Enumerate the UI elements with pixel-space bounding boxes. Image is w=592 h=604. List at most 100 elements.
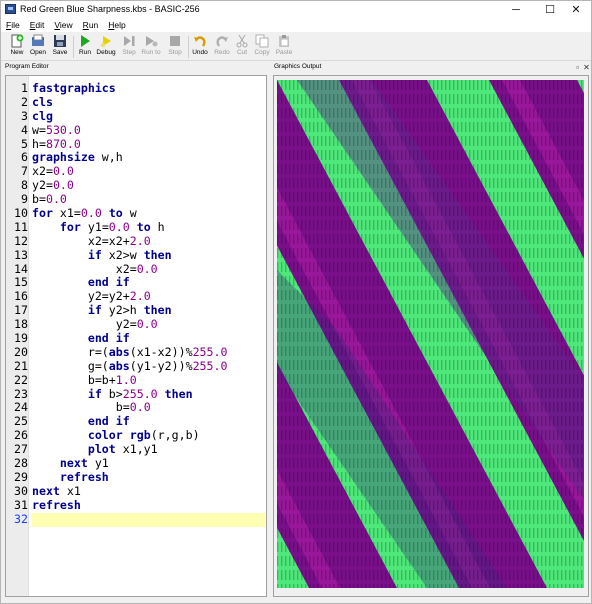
- code-keyword: fastgraphics: [32, 81, 116, 95]
- run-to-button[interactable]: Run to: [140, 34, 162, 60]
- code-text: if b>255.0 then: [32, 386, 193, 402]
- code-keyword: then: [143, 303, 172, 318]
- code-line[interactable]: 21 g=(abs(y1-y2))%255.0: [6, 359, 266, 374]
- code-line[interactable]: 24 b=0.0: [6, 401, 266, 415]
- cut-button[interactable]: Cut: [231, 34, 253, 60]
- float-panel-button[interactable]: ▫: [573, 63, 582, 72]
- code-line[interactable]: 12 x2=x2+2.0: [6, 234, 266, 249]
- save-button[interactable]: Save: [49, 34, 71, 60]
- debug-button[interactable]: Debug: [95, 34, 117, 60]
- menu-run[interactable]: Run: [78, 18, 104, 32]
- line-number: 14: [14, 261, 28, 276]
- code-token: h: [150, 219, 165, 234]
- stop-button-label: Stop: [168, 49, 182, 56]
- code-line[interactable]: 2 cls: [6, 95, 266, 110]
- code-text: cls: [32, 95, 53, 110]
- code-text: fastgraphics: [32, 81, 116, 96]
- line-number: 18: [14, 317, 28, 332]
- code-keyword: refresh: [32, 497, 81, 512]
- code-line[interactable]: 15 end if: [6, 276, 266, 290]
- open-button[interactable]: Open: [27, 34, 49, 60]
- line-number: 11: [14, 219, 28, 234]
- code-line[interactable]: 31 refresh: [6, 497, 266, 513]
- code-line[interactable]: 20 r=(abs(x1-x2))%255.0: [6, 345, 266, 360]
- copy-button[interactable]: Copy: [251, 34, 273, 60]
- code-text: y2=0.0: [32, 317, 158, 332]
- menu-edit[interactable]: Edit: [25, 18, 50, 32]
- code-line[interactable]: 30 next x1: [6, 483, 266, 499]
- minimize-button[interactable]: ─: [499, 1, 533, 18]
- code-line[interactable]: 13 if x2>w then: [6, 248, 266, 263]
- code-token: y2=y2+: [32, 289, 130, 304]
- title-bar[interactable]: Red Green Blue Sharpness.kbs - BASIC-256…: [1, 1, 591, 18]
- code-text: g=(abs(y1-y2))%255.0: [32, 359, 228, 374]
- code-line[interactable]: 28 next y1: [6, 456, 266, 471]
- code-line[interactable]: 6 graphsize w,h: [6, 151, 266, 165]
- code-number: 0.0: [136, 261, 158, 276]
- run-to-icon: [144, 34, 158, 48]
- code-text: end if: [32, 414, 130, 429]
- close-panel-button[interactable]: ✕: [582, 63, 591, 72]
- code-number: 2.0: [129, 289, 151, 304]
- line-number: 17: [14, 303, 28, 318]
- step-button[interactable]: Step: [118, 34, 140, 60]
- code-line[interactable]: 7 x2=0.0: [6, 164, 266, 179]
- code-line[interactable]: 3 clg: [6, 108, 266, 124]
- debug-button-label: Debug: [96, 49, 116, 56]
- code-line[interactable]: 22 b=b+1.0: [6, 372, 266, 388]
- code-line[interactable]: 14 x2=0.0: [6, 261, 266, 277]
- code-line[interactable]: 5 h=870.0: [6, 136, 266, 152]
- code-line[interactable]: 25 end if: [6, 414, 266, 429]
- code-text: color rgb(r,g,b): [32, 428, 200, 443]
- line-number: 3: [21, 108, 28, 123]
- code-line[interactable]: 4 w=530.0: [6, 123, 266, 138]
- menu-edit-label: dit: [35, 20, 45, 30]
- run-button[interactable]: Run: [74, 34, 96, 60]
- code-token: b=: [32, 192, 46, 207]
- code-number: 255.0: [122, 386, 158, 401]
- code-keyword: for: [59, 219, 81, 234]
- close-window-button[interactable]: ✕: [559, 1, 592, 18]
- code-line[interactable]: 19 end if: [6, 331, 266, 346]
- code-token: y2=: [32, 178, 53, 193]
- paste-button[interactable]: Paste: [273, 34, 295, 60]
- program-editor[interactable]: 1 fastgraphics 2 cls 3 clg 4 w=530.0 5 h=870.0 6 gr…: [5, 75, 267, 597]
- save-button-label: Save: [52, 49, 68, 56]
- line-number: 6: [21, 150, 28, 165]
- code-line[interactable]: 16 y2=y2+2.0: [6, 289, 266, 304]
- code-line[interactable]: 9 b=0.0: [6, 192, 266, 207]
- menu-help[interactable]: Help: [103, 18, 130, 32]
- undo-button[interactable]: Undo: [189, 34, 211, 60]
- menu-view[interactable]: View: [49, 18, 77, 32]
- redo-button[interactable]: Redo: [211, 34, 233, 60]
- code-line[interactable]: 18 y2=0.0: [6, 317, 266, 332]
- code-line[interactable]: 23 if b>255.0 then: [6, 386, 266, 402]
- code-text: w=530.0: [32, 123, 81, 138]
- code-line[interactable]: 1 fastgraphics: [6, 81, 266, 96]
- code-line[interactable]: 10 for x1=0.0 to w: [6, 206, 266, 221]
- code-token: h=: [32, 136, 46, 151]
- code-line[interactable]: 17 if y2>h then: [6, 303, 266, 318]
- line-number: 30: [14, 483, 28, 498]
- menu-file[interactable]: File: [1, 18, 25, 32]
- program-editor-title: Program Editor: [5, 63, 49, 70]
- line-number: 22: [14, 372, 28, 387]
- code-line[interactable]: 27 plot x1,y1: [6, 442, 266, 457]
- code-line[interactable]: 32: [6, 512, 266, 527]
- code-line[interactable]: 8 y2=0.0: [6, 178, 266, 193]
- code-text: if y2>h then: [32, 303, 172, 318]
- run-play-icon: [78, 34, 92, 48]
- undo-icon: [193, 34, 207, 48]
- code-line[interactable]: 26 color rgb(r,g,b): [6, 428, 266, 443]
- new-button[interactable]: New: [6, 34, 28, 60]
- copy-icon: [255, 34, 269, 48]
- code-line[interactable]: 29 refresh: [6, 470, 266, 485]
- code-keyword: end if: [87, 275, 130, 290]
- line-number: 10: [14, 206, 28, 221]
- code-text: refresh: [32, 470, 109, 485]
- code-line[interactable]: 11 for y1=0.0 to h: [6, 219, 266, 235]
- stop-button[interactable]: Stop: [164, 34, 186, 60]
- code-area[interactable]: 1 fastgraphics 2 cls 3 clg 4 w=530.0 5 h=870.0 6 gr…: [6, 81, 266, 527]
